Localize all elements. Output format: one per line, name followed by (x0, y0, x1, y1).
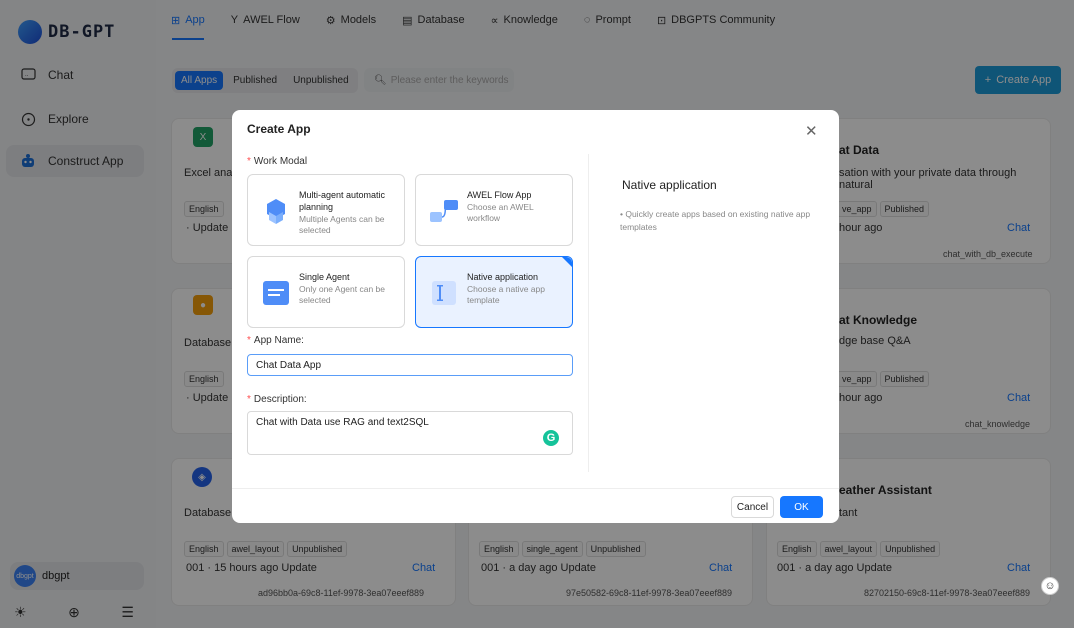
awel-flow-icon (426, 193, 462, 229)
close-icon[interactable]: ✕ (805, 122, 818, 140)
single-agent-icon (258, 275, 294, 311)
option-title: AWEL Flow App (467, 190, 532, 200)
work-modal-option-native-app[interactable]: Native application Choose a native app t… (415, 256, 573, 328)
work-modal-option-single-agent[interactable]: Single Agent Only one Agent can be selec… (247, 256, 405, 328)
help-icon[interactable]: ☺ (1041, 577, 1059, 595)
create-app-modal: Create App ✕ * Work Modal Multi-agent aut… (232, 110, 839, 523)
cancel-button[interactable]: Cancel (731, 496, 774, 518)
option-subtitle: Choose an AWEL workflow (467, 202, 534, 223)
label-text: App Name: (253, 335, 304, 346)
option-title: Multi-agent automatic planning (299, 190, 386, 212)
selected-option-title: Native application (622, 178, 717, 192)
option-subtitle: Multiple Agents can be selected (299, 214, 385, 235)
selected-corner-icon (562, 257, 572, 267)
native-app-icon (426, 275, 462, 311)
modal-divider (588, 154, 589, 472)
ok-button[interactable]: OK (780, 496, 823, 518)
description-label: * Description: (247, 394, 307, 405)
selected-option-description: • Quickly create apps based on existing … (620, 209, 811, 232)
option-title: Native application (467, 272, 539, 282)
label-text: Work Modal (253, 156, 308, 167)
option-subtitle: Only one Agent can be selected (299, 284, 386, 305)
label-text: Description: (253, 394, 307, 405)
app-name-input[interactable]: Chat Data App (247, 354, 573, 376)
modal-footer-divider (232, 488, 839, 489)
option-subtitle: Choose a native app template (467, 284, 545, 305)
multi-agent-icon (258, 193, 294, 229)
work-modal-option-multi-agent[interactable]: Multi-agent automatic planning Multiple … (247, 174, 405, 246)
modal-title: Create App (247, 122, 311, 136)
work-modal-option-awel-flow[interactable]: AWEL Flow App Choose an AWEL workflow (415, 174, 573, 246)
work-modal-label: * Work Modal (247, 156, 308, 167)
app-name-label: * App Name: (247, 335, 304, 346)
grammarly-icon[interactable]: G (543, 430, 559, 446)
option-title: Single Agent (299, 272, 350, 282)
description-textarea[interactable]: Chat with Data use RAG and text2SQL (247, 411, 573, 455)
